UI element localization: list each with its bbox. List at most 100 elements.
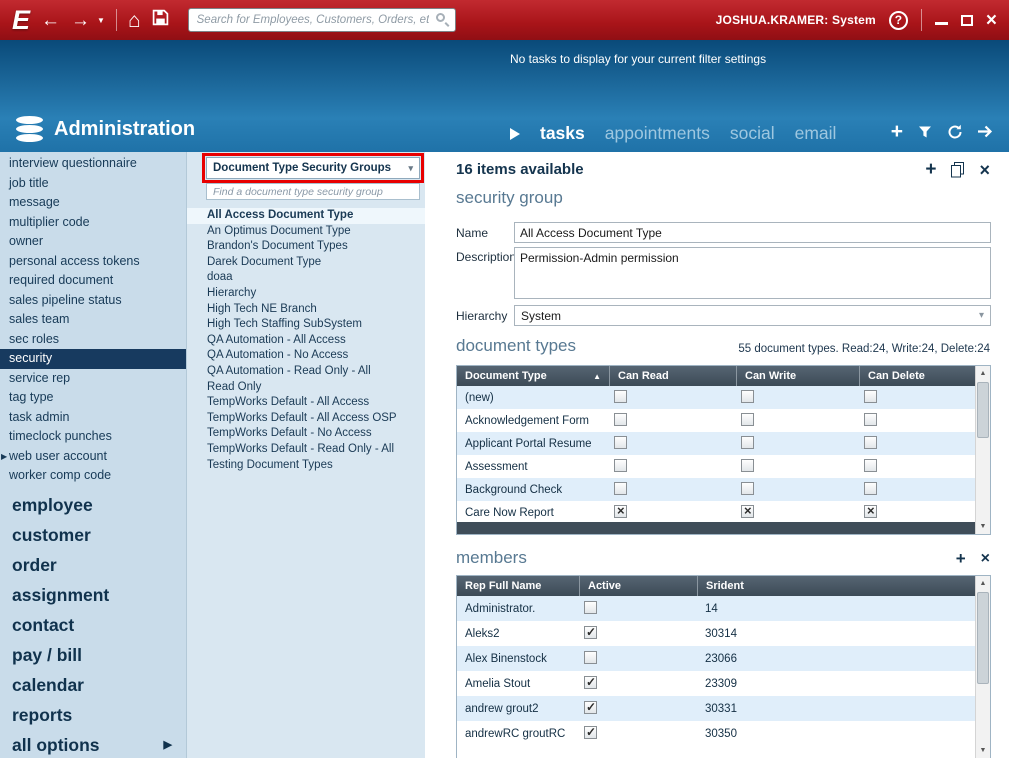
sidebar-item-tag-type[interactable]: tag type (0, 388, 186, 408)
table-row[interactable]: Alex Binenstock 23066 (457, 646, 977, 671)
checkbox-can-delete[interactable] (864, 503, 877, 518)
search-icon[interactable] (435, 13, 445, 22)
sidebar-item-employee[interactable]: employee (0, 490, 186, 520)
table-row[interactable]: Acknowledgement Form (457, 409, 977, 432)
checkbox-can-write[interactable] (741, 458, 754, 472)
checkbox-can-write[interactable] (741, 389, 754, 403)
list-item-brandon-s-document-types[interactable]: Brandon's Document Types (187, 239, 425, 255)
list-item-high-tech-ne-branch[interactable]: High Tech NE Branch (187, 302, 425, 318)
name-input[interactable] (514, 222, 991, 243)
tab-social[interactable]: social (730, 123, 775, 144)
sidebar-item-sales-pipeline-status[interactable]: sales pipeline status (0, 291, 186, 311)
checkbox-active[interactable] (584, 625, 597, 639)
table-row[interactable]: Aleks2 30314 (457, 621, 977, 646)
sidebar-item-owner[interactable]: owner (0, 232, 186, 252)
sidebar-item-security[interactable]: security (0, 349, 186, 369)
checkbox-active[interactable] (584, 675, 597, 689)
column-document-type[interactable]: Document Type ▲ (457, 366, 609, 386)
sidebar-item-calendar[interactable]: calendar (0, 670, 186, 700)
tab-tasks[interactable]: tasks (540, 123, 585, 144)
refresh-icon[interactable] (947, 124, 963, 140)
filter-icon[interactable] (918, 125, 932, 139)
play-icon[interactable] (510, 127, 520, 140)
sidebar-item-required-document[interactable]: required document (0, 271, 186, 291)
scroll-down-icon[interactable]: ▼ (976, 519, 990, 534)
list-item-tempworks-default-no-access[interactable]: TempWorks Default - No Access (187, 426, 425, 442)
go-arrow-icon[interactable] (978, 125, 995, 138)
list-item-all-access-document-type[interactable]: All Access Document Type (187, 208, 425, 224)
sidebar-item-pay-bill[interactable]: pay / bill (0, 640, 186, 670)
sidebar-item-reports[interactable]: reports (0, 700, 186, 730)
table-row[interactable]: Background Check (457, 478, 977, 501)
sidebar-item-all-options[interactable]: all options ▶ (0, 730, 186, 760)
sidebar-item-task-admin[interactable]: task admin (0, 408, 186, 428)
column-active[interactable]: Active (579, 576, 697, 596)
checkbox-can-write[interactable] (741, 481, 754, 495)
checkbox-can-write[interactable] (741, 503, 754, 518)
list-item-tempworks-default-all-access[interactable]: TempWorks Default - All Access (187, 395, 425, 411)
column-rep-full-name[interactable]: Rep Full Name (457, 576, 579, 596)
list-item-an-optimus-document-type[interactable]: An Optimus Document Type (187, 224, 425, 240)
column-can-write[interactable]: Can Write (736, 366, 859, 386)
scroll-thumb[interactable] (977, 382, 989, 438)
sidebar-item-service-rep[interactable]: service rep (0, 369, 186, 389)
sidebar-item-worker-comp-code[interactable]: worker comp code (0, 466, 186, 486)
sidebar-item-assignment[interactable]: assignment (0, 580, 186, 610)
table-row[interactable]: andrewRC groutRC 30350 (457, 721, 977, 746)
checkbox-active[interactable] (584, 725, 597, 739)
checkbox-can-read[interactable] (614, 389, 627, 403)
description-input[interactable]: Permission-Admin permission (514, 247, 991, 299)
global-search-input[interactable] (187, 8, 456, 32)
sidebar-item-sales-team[interactable]: sales team (0, 310, 186, 330)
table-row[interactable]: (new) (457, 386, 977, 409)
checkbox-can-delete[interactable] (864, 412, 877, 426)
add-group-button[interactable]: + (925, 160, 936, 179)
table-row[interactable]: Care Now Report (457, 501, 977, 524)
home-icon[interactable]: ⌂ (128, 10, 141, 31)
scroll-thumb[interactable] (977, 592, 989, 684)
close-button[interactable]: × (986, 11, 997, 30)
sidebar-item-web-user-account[interactable]: ▶ web user account (0, 447, 186, 467)
remove-member-button[interactable]: × (981, 550, 990, 567)
sidebar-item-personal-access-tokens[interactable]: personal access tokens (0, 252, 186, 272)
checkbox-can-read[interactable] (614, 435, 627, 449)
tab-appointments[interactable]: appointments (605, 123, 710, 144)
add-member-button[interactable]: + (956, 550, 966, 567)
list-item-testing-document-types[interactable]: Testing Document Types (187, 458, 425, 474)
copy-icon[interactable] (951, 161, 965, 178)
close-group-button[interactable]: × (979, 161, 990, 179)
list-item-qa-automation-all-access[interactable]: QA Automation - All Access (187, 333, 425, 349)
checkbox-can-read[interactable] (614, 481, 627, 495)
sidebar-item-multiplier-code[interactable]: multiplier code (0, 213, 186, 233)
history-dropdown-icon[interactable]: ▼ (97, 16, 105, 25)
checkbox-can-delete[interactable] (864, 435, 877, 449)
list-item-high-tech-staffing-subsystem[interactable]: High Tech Staffing SubSystem (187, 317, 425, 333)
back-button[interactable]: ← (41, 11, 60, 30)
checkbox-can-write[interactable] (741, 412, 754, 426)
add-task-icon[interactable]: + (891, 121, 903, 142)
sidebar-item-contact[interactable]: contact (0, 610, 186, 640)
table-row[interactable]: andrew grout2 30331 (457, 696, 977, 721)
checkbox-can-delete[interactable] (864, 481, 877, 495)
sidebar-item-order[interactable]: order (0, 550, 186, 580)
list-item-hierarchy[interactable]: Hierarchy (187, 286, 425, 302)
save-icon[interactable] (152, 9, 169, 31)
column-can-delete[interactable]: Can Delete (859, 366, 977, 386)
table-row[interactable]: Assessment (457, 455, 977, 478)
checkbox-active[interactable] (584, 650, 597, 664)
checkbox-can-read[interactable] (614, 412, 627, 426)
list-item-qa-automation-read-only-all[interactable]: QA Automation - Read Only - All (187, 364, 425, 380)
maximize-button[interactable] (960, 14, 973, 26)
list-item-doaa[interactable]: doaa (187, 270, 425, 286)
find-group-input[interactable] (206, 183, 420, 200)
sidebar-item-sec-roles[interactable]: sec roles (0, 330, 186, 350)
hierarchy-dropdown[interactable]: System ▾ (514, 305, 991, 326)
sidebar-item-job-title[interactable]: job title (0, 174, 186, 194)
list-item-qa-automation-no-access[interactable]: QA Automation - No Access (187, 348, 425, 364)
scroll-up-icon[interactable]: ▲ (976, 366, 990, 381)
checkbox-can-read[interactable] (614, 503, 627, 518)
checkbox-can-read[interactable] (614, 458, 627, 472)
help-icon[interactable]: ? (888, 10, 908, 30)
sidebar-item-customer[interactable]: customer (0, 520, 186, 550)
table-row[interactable]: Applicant Portal Resume (457, 432, 977, 455)
